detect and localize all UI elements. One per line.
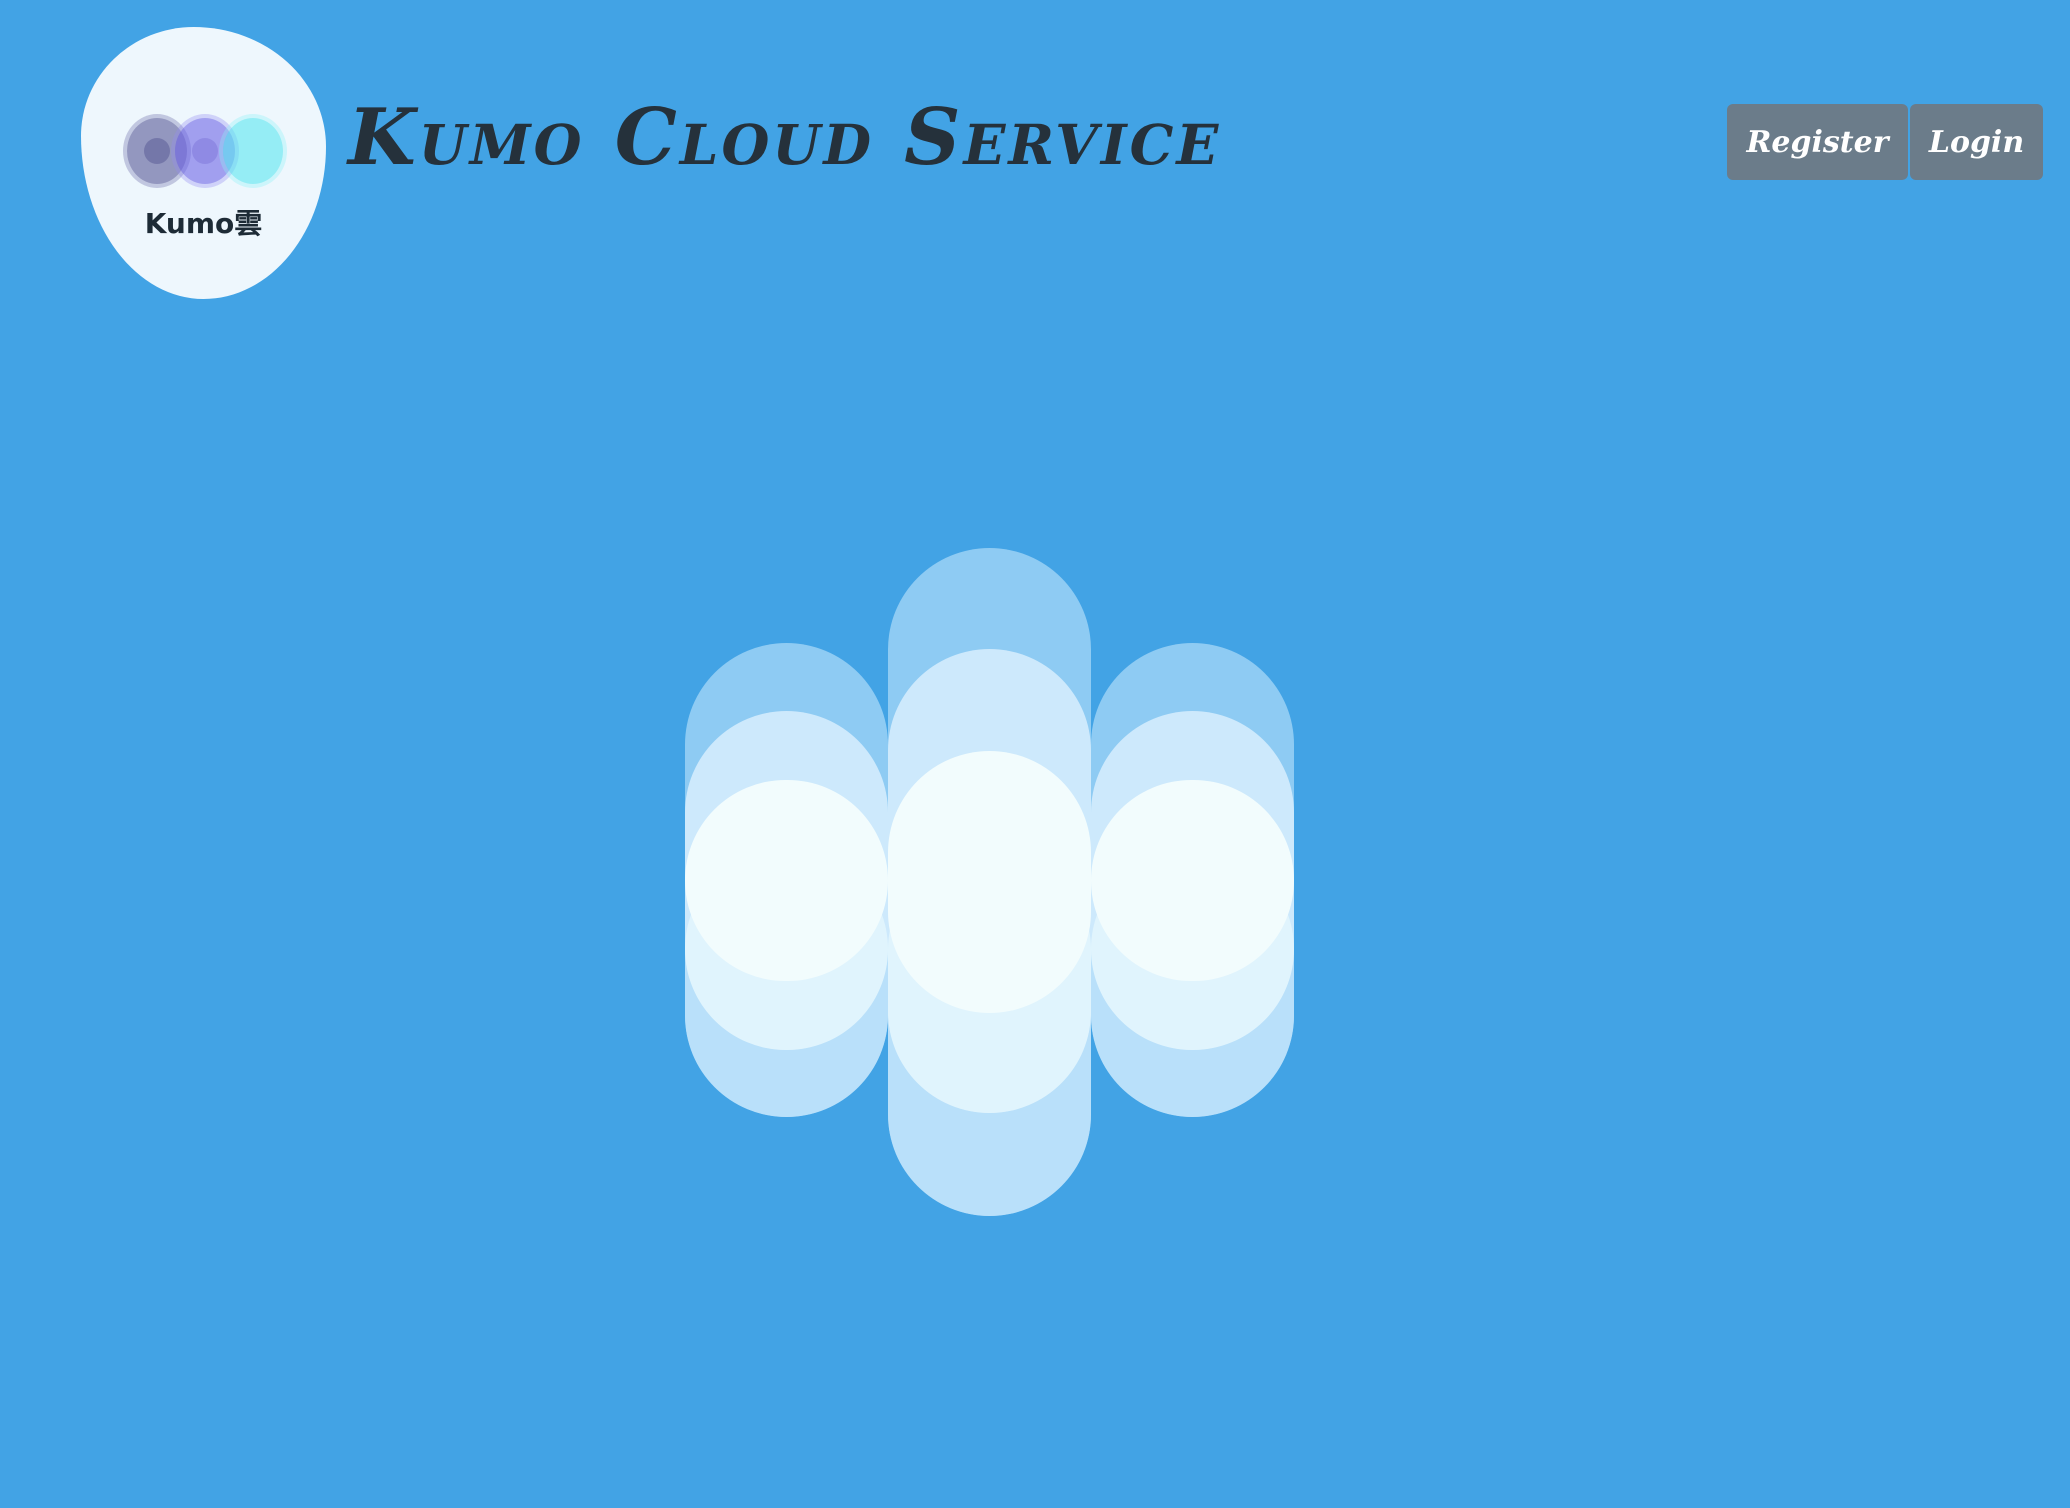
logo-dots xyxy=(127,118,287,184)
logo-dot-cyan xyxy=(223,118,283,184)
cloud-left-core xyxy=(685,780,888,981)
kumo-logo-icon[interactable]: Kumo雲 xyxy=(81,27,326,299)
cloud-center-core xyxy=(888,751,1091,1013)
cloud-right-core xyxy=(1091,780,1294,981)
cloud-illustration-icon xyxy=(685,548,1295,1216)
logo-text: Kumo雲 xyxy=(144,207,263,240)
top-nav: Register Login xyxy=(1727,104,2043,180)
register-button[interactable]: Register xyxy=(1727,104,1908,180)
login-button[interactable]: Login xyxy=(1910,104,2043,180)
site-title: Kumo Cloud Service xyxy=(348,92,1222,183)
page: Kumo雲 Kumo Cloud Service Register Login xyxy=(0,0,2070,1508)
